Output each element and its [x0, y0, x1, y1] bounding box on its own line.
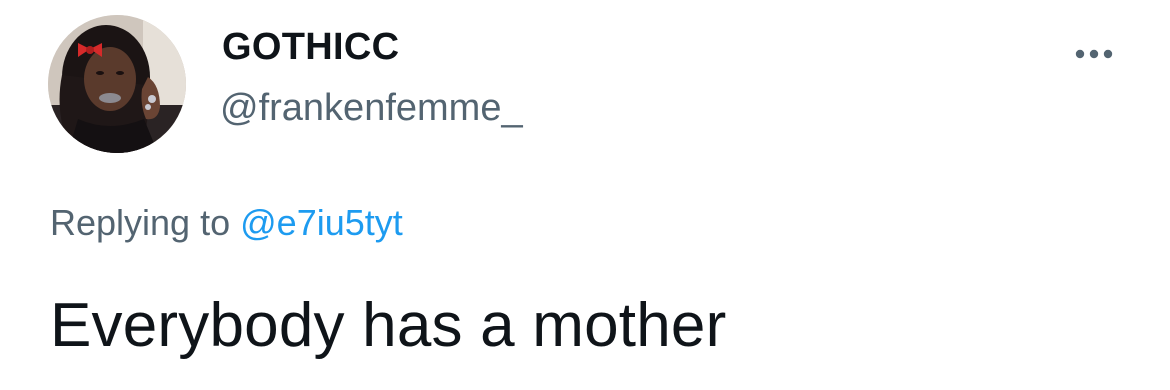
author-handle[interactable]: @frankenfemme_ [220, 87, 523, 130]
author-display-name[interactable]: GOTHICC [222, 26, 399, 69]
more-horizontal-icon [1075, 49, 1113, 59]
reply-context: Replying to @e7iu5tyt [50, 202, 403, 244]
reply-prefix: Replying to [50, 202, 231, 243]
tweet-card: GOTHICC @frankenfemme_ Replying to @e7iu… [0, 0, 1170, 390]
tweet-text: Everybody has a mother [50, 291, 727, 360]
avatar[interactable] [48, 15, 186, 153]
reply-mention-link[interactable]: @e7iu5tyt [240, 202, 403, 243]
profile-photo-icon [48, 15, 186, 153]
more-options-button[interactable] [1064, 36, 1124, 72]
